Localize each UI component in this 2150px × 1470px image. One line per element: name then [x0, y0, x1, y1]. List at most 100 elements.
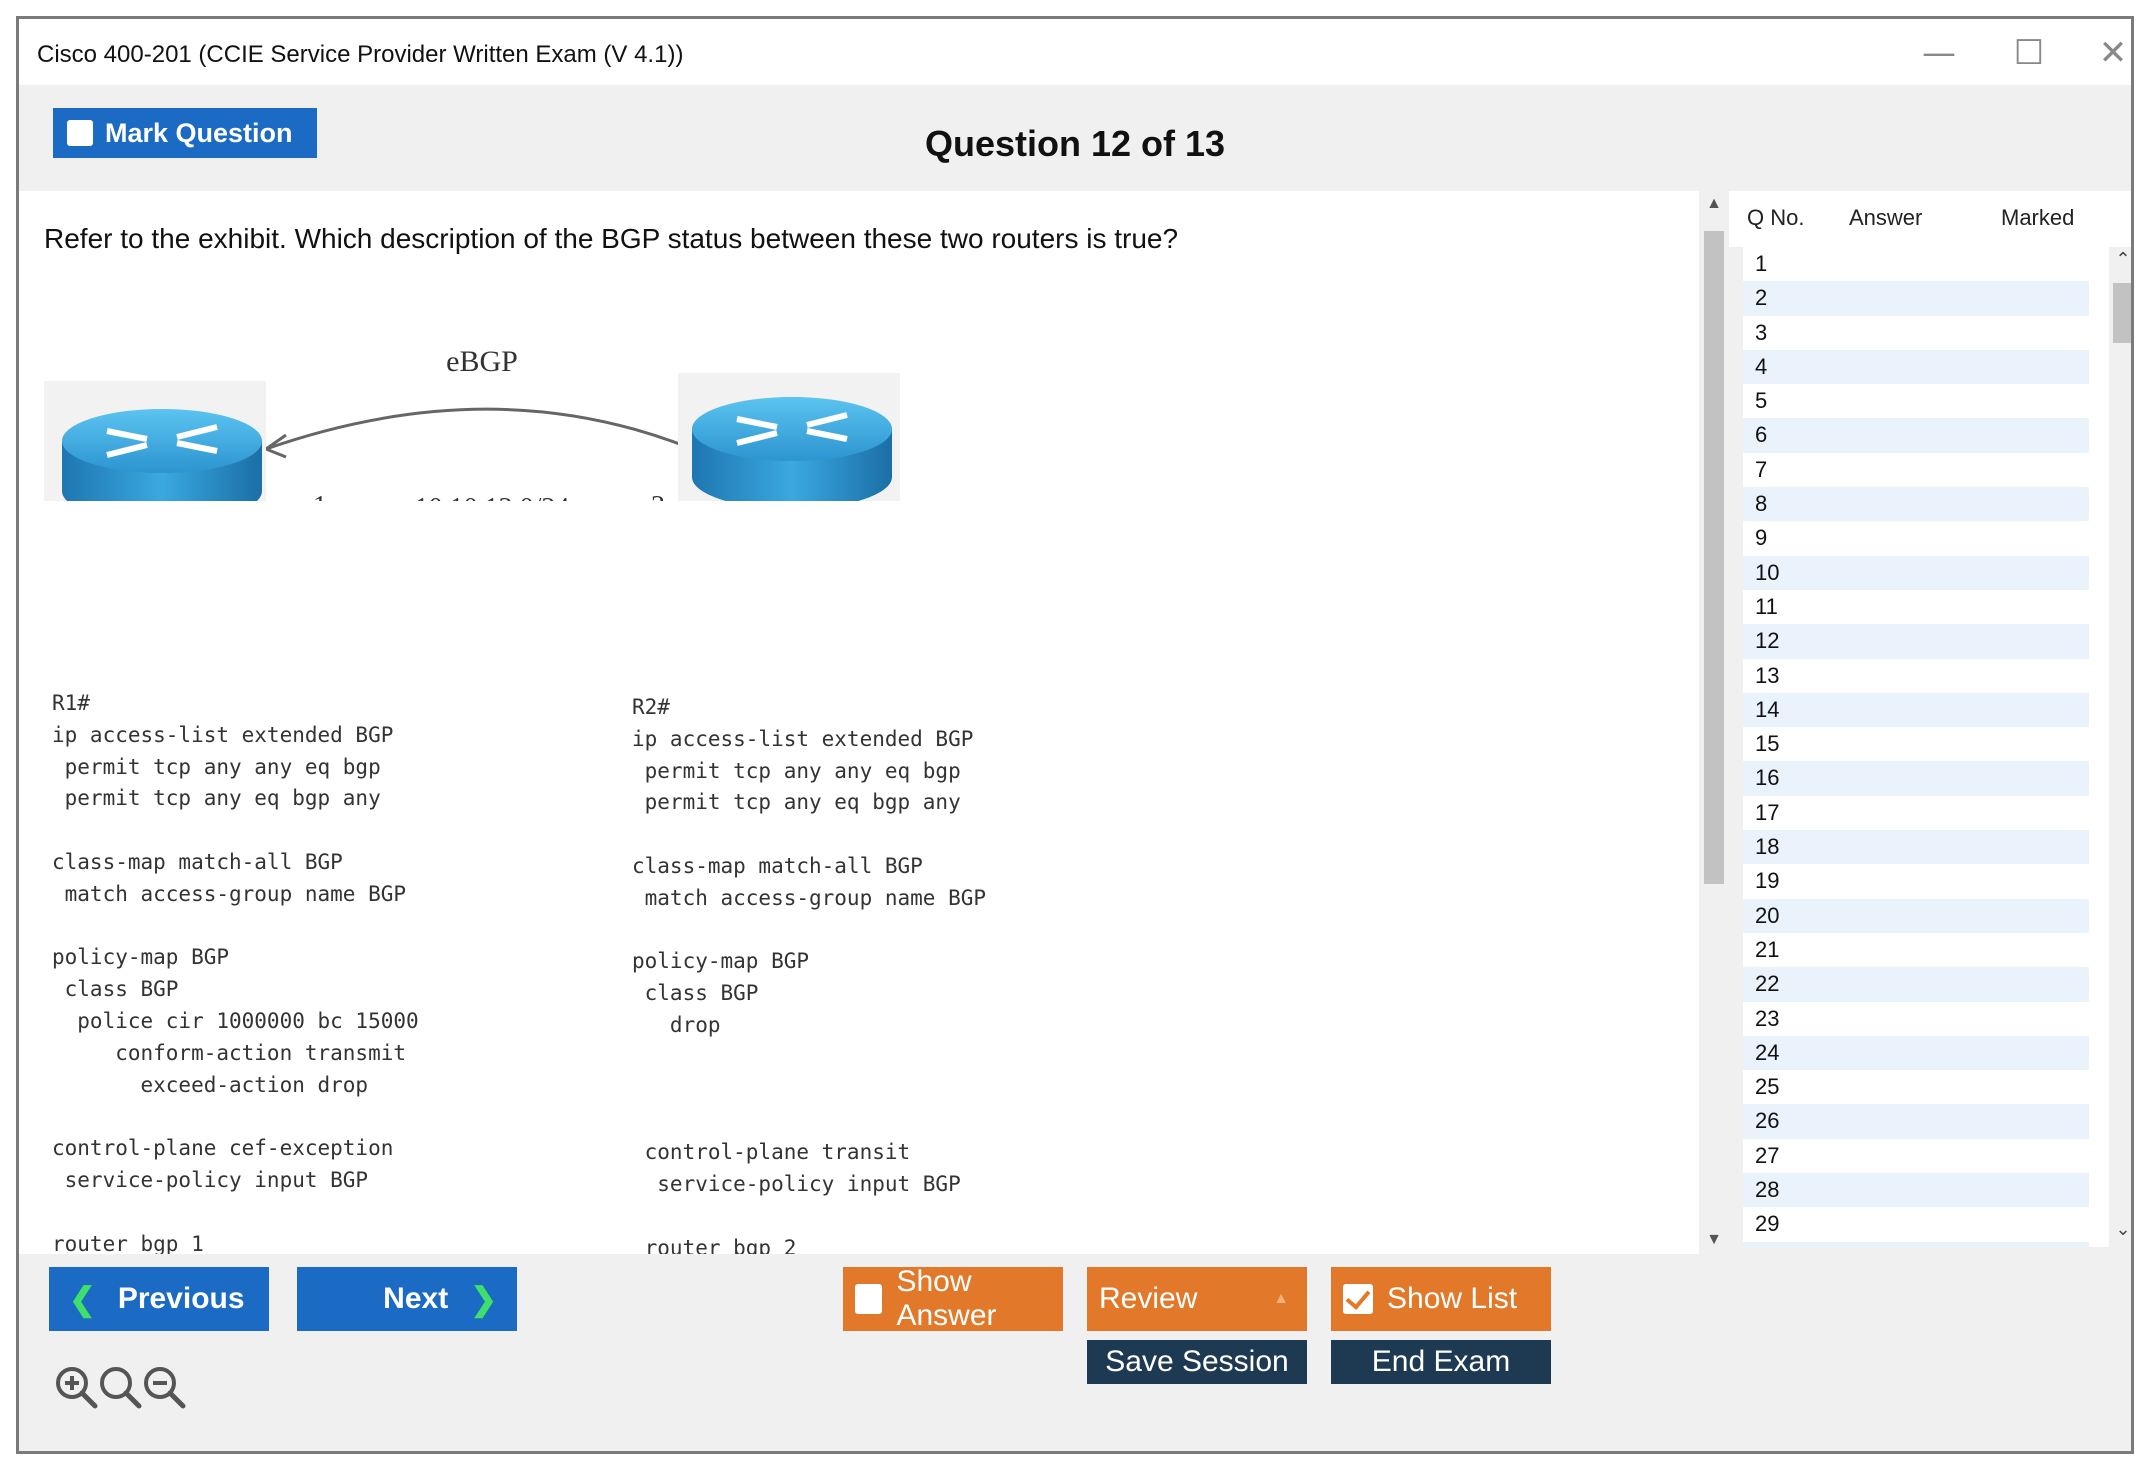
question-list-rows: 1 2 3 4 5 6 7 8 9 10 11 12 13 14 15 16 17 18 19 20 21 22 23 24 2… — [1743, 247, 2123, 1247]
question-list-row[interactable]: 22 — [1743, 967, 2089, 1002]
question-list-row[interactable]: 28 — [1743, 1173, 2089, 1208]
question-list-row[interactable]: 1 — [1743, 247, 2089, 281]
config-line — [632, 819, 1049, 851]
question-area: Refer to the exhibit. Which description … — [19, 191, 1699, 1254]
question-list-row[interactable]: 27 — [1743, 1139, 2089, 1173]
zoom-reset-icon[interactable] — [97, 1364, 143, 1410]
question-list-row[interactable]: 3 — [1743, 316, 2089, 350]
question-list-row[interactable]: 23 — [1743, 1002, 2089, 1036]
config-line: control-plane transit — [632, 1140, 911, 1165]
question-list-row[interactable]: 30 — [1743, 1241, 2089, 1247]
zoom-out-icon[interactable] — [141, 1364, 187, 1410]
exam-window: Cisco 400-201 (CCIE Service Provider Wri… — [16, 16, 2134, 1454]
scroll-thumb[interactable] — [1704, 231, 1724, 884]
show-list-checkbox-icon — [1343, 1284, 1373, 1314]
question-list-row[interactable]: 8 — [1743, 487, 2089, 522]
question-header: Mark Question Question 12 of 13 — [19, 85, 2131, 191]
question-list-row[interactable]: 17 — [1743, 796, 2089, 830]
maximize-icon[interactable]: ☐ — [1999, 33, 2059, 73]
question-list-row[interactable]: 18 — [1743, 830, 2089, 865]
scroll-down-icon[interactable]: ▼ — [1699, 1231, 1729, 1249]
question-list-row[interactable]: 21 — [1743, 933, 2089, 967]
caret-up-icon: ▲ — [1273, 1290, 1289, 1307]
config-line — [52, 815, 457, 847]
question-list-row[interactable]: 14 — [1743, 692, 2089, 728]
question-list-row[interactable]: 2 — [1743, 281, 2089, 316]
config-line — [52, 911, 457, 943]
config-line — [632, 1105, 1049, 1137]
show-answer-button[interactable]: Show Answer — [843, 1265, 1063, 1332]
question-list-row[interactable]: 7 — [1743, 453, 2089, 487]
col-qno: Q No. — [1747, 205, 1805, 230]
network-diagram: eBGP .1 10.10.12.0/24 .2 R1 — [44, 345, 900, 501]
previous-button[interactable]: ❮ Previous — [49, 1267, 269, 1331]
config-line: police cir 1000000 bc 15000 — [52, 1008, 419, 1033]
config-line: R1# — [52, 691, 90, 715]
config-line: control-plane cef-exception — [52, 1136, 394, 1161]
question-list-row[interactable]: 24 — [1743, 1035, 2089, 1071]
chevron-right-icon: ❯ — [470, 1281, 497, 1317]
next-button[interactable]: Next ❯ — [297, 1267, 517, 1331]
question-list-panel: Q No. Answer Marked 1 2 3 4 5 6 7 8 9 10 11 12 13 14 1… — [1729, 191, 2131, 1254]
question-list-scrollbar[interactable]: ⌃ ⌄ — [2109, 247, 2131, 1247]
config-line: class-map match-all BGP — [52, 849, 343, 874]
config-line: conform-action transmit — [52, 1040, 407, 1065]
scroll-up-icon[interactable]: ▲ — [1699, 195, 1729, 213]
r2-config-block: R2# ip access-list extended BGP permit tc… — [632, 692, 1049, 1254]
config-line: class BGP — [632, 981, 759, 1006]
question-list-row[interactable]: 16 — [1743, 761, 2089, 796]
question-list-row[interactable]: 4 — [1743, 349, 2089, 385]
router-r1-icon — [44, 381, 266, 501]
config-line: exceed-action drop — [52, 1072, 369, 1097]
question-list-row[interactable]: 6 — [1743, 418, 2089, 453]
ebgp-session-arc — [265, 407, 710, 458]
question-list-row[interactable]: 15 — [1743, 727, 2089, 761]
config-line: match access-group name BGP — [632, 885, 987, 910]
zoom-in-icon[interactable] — [53, 1364, 99, 1410]
config-line: policy-map BGP — [632, 949, 810, 974]
show-list-button[interactable]: Show List — [1331, 1267, 1551, 1331]
question-list-row[interactable]: 26 — [1743, 1104, 2089, 1139]
minimize-icon[interactable]: — — [1909, 33, 1969, 73]
question-list-row[interactable]: 29 — [1743, 1207, 2089, 1241]
window-title: Cisco 400-201 (CCIE Service Provider Wri… — [37, 41, 684, 68]
list-scroll-up-icon[interactable]: ⌃ — [2109, 249, 2131, 270]
config-line: policy-map BGP — [52, 945, 230, 970]
r1-ip-label: .1 — [306, 491, 327, 501]
chevron-left-icon: ❮ — [69, 1281, 96, 1317]
close-icon[interactable]: ✕ — [2083, 33, 2131, 73]
save-session-label: Save Session — [1105, 1345, 1289, 1378]
question-list-row[interactable]: 9 — [1743, 521, 2089, 555]
config-line: permit tcp any any eq bgp — [52, 754, 381, 779]
question-list-row[interactable]: 20 — [1743, 898, 2089, 933]
save-session-button[interactable]: Save Session — [1087, 1340, 1307, 1384]
question-list-row[interactable]: 19 — [1743, 864, 2089, 898]
config-line: service-policy input BGP — [632, 1171, 961, 1196]
config-line: router bgp 1 — [52, 1231, 204, 1254]
config-line: permit tcp any eq bgp any — [52, 786, 381, 811]
list-scroll-down-icon[interactable]: ⌄ — [2109, 1219, 2131, 1240]
list-scroll-thumb[interactable] — [2113, 283, 2131, 343]
question-list-header: Q No. Answer Marked — [1729, 191, 2131, 247]
question-list-row[interactable]: 13 — [1743, 659, 2089, 693]
config-line — [52, 1197, 457, 1229]
question-scrollbar[interactable]: ▲ ▼ — [1699, 191, 1729, 1254]
config-line: ip access-list extended BGP — [52, 722, 394, 747]
config-line: class BGP — [52, 977, 179, 1002]
config-line — [632, 1201, 1049, 1233]
question-list-row[interactable]: 12 — [1743, 624, 2089, 659]
next-label: Next — [383, 1282, 449, 1315]
config-line: permit tcp any any eq bgp — [632, 758, 961, 783]
footer-toolbar: ❮ Previous Next ❯ Show Answer Review ▲ S… — [19, 1254, 2131, 1451]
router-r2-icon — [678, 373, 900, 501]
question-list-row[interactable]: 5 — [1743, 384, 2089, 418]
end-exam-button[interactable]: End Exam — [1331, 1340, 1551, 1384]
question-list-row[interactable]: 25 — [1743, 1070, 2089, 1104]
config-line: service-policy input BGP — [52, 1167, 369, 1192]
question-list-row[interactable]: 10 — [1743, 555, 2089, 590]
review-dropdown[interactable]: Review ▲ — [1087, 1267, 1307, 1331]
subnet-label: 10.10.12.0/24 — [415, 493, 570, 501]
col-marked: Marked — [2001, 205, 2075, 230]
question-list-row[interactable]: 11 — [1743, 590, 2089, 624]
config-line — [632, 1074, 1049, 1106]
